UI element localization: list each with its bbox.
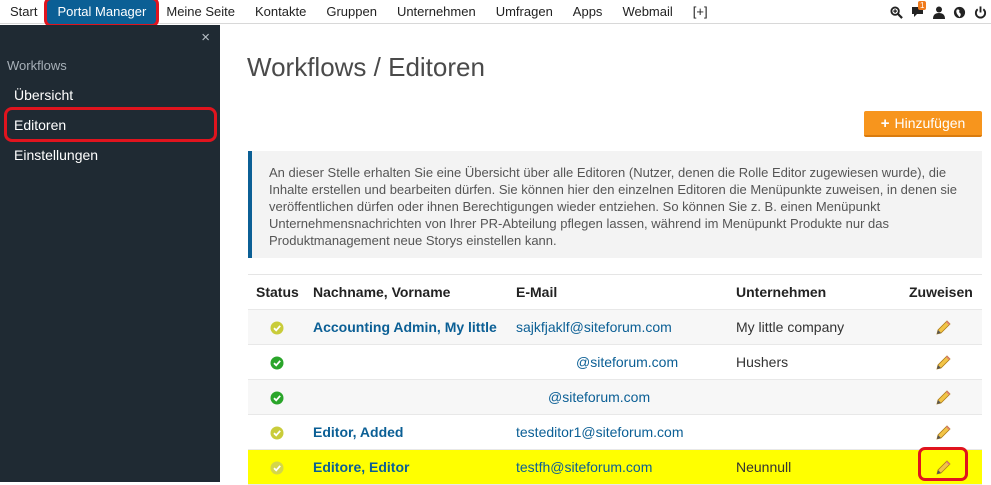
nav-item-apps[interactable]: Apps — [563, 0, 613, 24]
header-email[interactable]: E-Mail — [516, 275, 557, 310]
nav-item-portal-manager[interactable]: Portal Manager — [44, 0, 160, 27]
plus-icon: + — [880, 114, 890, 132]
close-icon[interactable]: × — [201, 29, 210, 46]
nav-item-start[interactable]: Start — [0, 0, 47, 24]
globe-icon[interactable] — [949, 0, 970, 24]
pencil-icon[interactable] — [934, 459, 952, 477]
table-header: Status Nachname, Vorname E-Mail Unterneh… — [248, 275, 982, 310]
page-title: Workflows / Editoren — [247, 52, 485, 82]
editor-name-link[interactable]: Editor, Added — [313, 415, 403, 450]
sidebar-item-einstellungen[interactable]: Einstellungen — [14, 147, 98, 163]
pencil-icon[interactable] — [934, 389, 952, 407]
editor-email-link[interactable]: @siteforum.com — [576, 345, 678, 380]
notification-badge: 1 — [918, 1, 927, 10]
status-pending-icon — [270, 321, 284, 335]
editor-email-link[interactable]: sajkfjaklf@siteforum.com — [516, 310, 672, 345]
sidebar: × Workflows Übersicht Editoren Einstellu… — [0, 25, 220, 482]
table-row-highlighted: Editore, Editor testfh@siteforum.com Neu… — [248, 447, 982, 485]
status-active-icon — [270, 356, 284, 370]
header-company[interactable]: Unternehmen — [736, 275, 826, 310]
nav-item-kontakte[interactable]: Kontakte — [245, 0, 316, 24]
top-navigation: Start Portal Manager Meine Seite Kontakt… — [0, 0, 991, 27]
editor-email-link[interactable]: testeditor1@siteforum.com — [516, 415, 684, 450]
status-pending-icon — [270, 426, 284, 440]
sidebar-item-editoren[interactable]: Editoren — [14, 117, 66, 133]
header-name[interactable]: Nachname, Vorname — [313, 275, 450, 310]
chat-icon[interactable]: 1 — [907, 0, 928, 24]
nav-item-meine-seite[interactable]: Meine Seite — [156, 0, 245, 24]
editors-table: Status Nachname, Vorname E-Mail Unterneh… — [248, 274, 982, 485]
sidebar-heading: Workflows — [7, 58, 67, 73]
pencil-icon[interactable] — [934, 424, 952, 442]
main-nav: Start Portal Manager Meine Seite Kontakt… — [0, 0, 718, 27]
search-plus-icon[interactable] — [886, 0, 907, 24]
table-row: @siteforum.com — [248, 380, 982, 415]
editor-name-link[interactable]: Editore, Editor — [313, 450, 409, 485]
header-status[interactable]: Status — [256, 275, 308, 310]
nav-item-webmail[interactable]: Webmail — [612, 0, 682, 24]
editor-email-link[interactable]: testfh@siteforum.com — [516, 450, 652, 485]
table-row: @siteforum.com Hushers — [248, 345, 982, 380]
pencil-icon[interactable] — [934, 354, 952, 372]
status-pending-icon — [270, 461, 284, 475]
table-row: Editor, Added testeditor1@siteforum.com — [248, 415, 982, 450]
nav-item-unternehmen[interactable]: Unternehmen — [387, 0, 486, 24]
add-button[interactable]: + Hinzufügen — [864, 111, 982, 137]
add-button-label: Hinzufügen — [894, 115, 966, 131]
nav-icon-group: 1 — [886, 0, 991, 24]
nav-item-gruppen[interactable]: Gruppen — [316, 0, 387, 24]
editor-name-link[interactable]: Accounting Admin, My little — [313, 310, 497, 345]
editor-company: Hushers — [736, 354, 789, 370]
nav-item-umfragen[interactable]: Umfragen — [486, 0, 563, 24]
user-icon[interactable] — [928, 0, 949, 24]
power-icon[interactable] — [970, 0, 991, 24]
info-box: An dieser Stelle erhalten Sie eine Übers… — [248, 151, 982, 258]
nav-item-more[interactable]: [+] — [683, 0, 718, 24]
editor-email-link[interactable]: @siteforum.com — [548, 380, 650, 415]
header-assign: Zuweisen — [909, 284, 973, 300]
pencil-icon[interactable] — [934, 319, 952, 337]
info-text: An dieser Stelle erhalten Sie eine Übers… — [269, 165, 958, 248]
table-row: Accounting Admin, My little sajkfjaklf@s… — [248, 310, 982, 345]
status-active-icon — [270, 391, 284, 405]
editor-company: My little company — [736, 319, 845, 335]
editor-company: Neunnull — [736, 459, 792, 475]
sidebar-item-uebersicht[interactable]: Übersicht — [14, 87, 73, 103]
